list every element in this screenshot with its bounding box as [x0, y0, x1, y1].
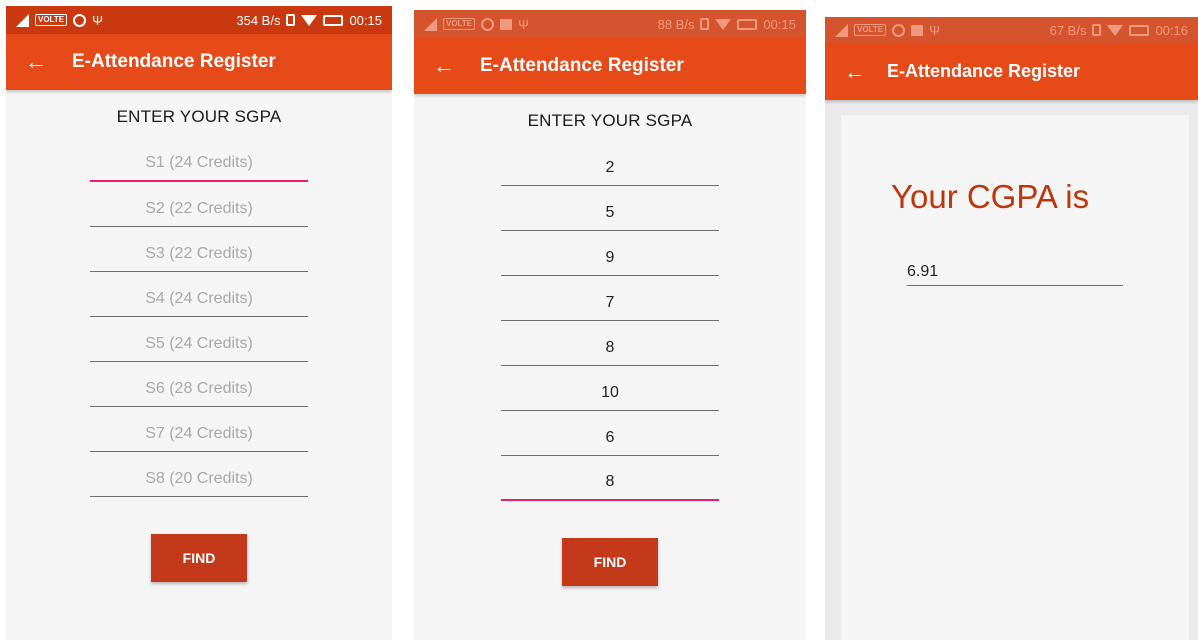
vibrate-icon — [700, 18, 710, 30]
sgpa-form: S1 (24 Credits) S2 (22 Credits) S3 (22 C… — [6, 137, 392, 582]
page-heading: ENTER YOUR SGPA — [116, 107, 282, 126]
screen-sgpa-entry-empty: VOLTE Ψ 354 B/s 00:15 ← E-Attendance Reg… — [6, 6, 392, 640]
status-bar: VOLTE Ψ 67 B/s 00:16 — [825, 17, 1198, 43]
find-button[interactable]: FIND — [151, 534, 247, 582]
battery-icon — [1129, 24, 1150, 36]
app-title: E-Attendance Register — [72, 51, 276, 72]
form-content: ENTER YOUR SGPA S1 (24 Credits) S2 (22 C… — [6, 107, 392, 582]
find-button[interactable]: FIND — [562, 538, 658, 586]
network-speed: 354 B/s — [236, 12, 281, 28]
clock: 00:16 — [1155, 22, 1188, 38]
app-bar: ← E-Attendance Register — [414, 38, 806, 94]
signal-icon — [835, 23, 848, 37]
volte-icon: VOLTE — [854, 24, 887, 36]
clock: 00:15 — [349, 12, 382, 28]
sgpa-input-s5[interactable]: S5 (24 Credits) — [90, 317, 308, 362]
clock: 00:15 — [763, 16, 796, 32]
network-speed: 67 B/s — [1049, 22, 1087, 38]
sgpa-form: 2 5 9 7 8 10 6 8 FIND — [414, 141, 806, 586]
back-arrow-icon[interactable]: ← — [825, 59, 885, 85]
gallery-icon — [500, 18, 513, 30]
sgpa-input-s5[interactable]: 8 — [501, 321, 719, 366]
whatsapp-icon — [481, 17, 495, 31]
back-arrow-icon[interactable]: ← — [6, 49, 66, 75]
screen-cgpa-result: VOLTE Ψ 67 B/s 00:16 ← E-Attendance Regi… — [825, 17, 1198, 640]
signal-icon — [16, 13, 29, 27]
usb-icon: Ψ — [518, 16, 529, 32]
sgpa-input-s3[interactable]: S3 (22 Credits) — [90, 227, 308, 272]
back-arrow-icon[interactable]: ← — [414, 53, 474, 79]
sgpa-input-s1[interactable]: S1 (24 Credits) — [90, 137, 308, 182]
sgpa-input-s6[interactable]: S6 (28 Credits) — [90, 362, 308, 407]
battery-icon — [737, 18, 758, 30]
sgpa-input-s7[interactable]: S7 (24 Credits) — [90, 407, 308, 452]
sgpa-input-s2[interactable]: 5 — [501, 186, 719, 231]
form-content: ENTER YOUR SGPA 2 5 9 7 8 10 6 8 FIND — [414, 111, 806, 586]
app-bar: ← E-Attendance Register — [6, 34, 392, 90]
network-speed: 88 B/s — [657, 16, 695, 32]
usb-icon: Ψ — [92, 12, 103, 28]
volte-icon: VOLTE — [35, 14, 68, 26]
result-card: Your CGPA is 6.91 — [841, 115, 1189, 640]
vibrate-icon — [286, 14, 296, 26]
gallery-icon — [911, 24, 924, 36]
battery-icon — [323, 14, 344, 26]
page-heading: ENTER YOUR SGPA — [527, 111, 693, 130]
wifi-icon — [1107, 24, 1124, 36]
sgpa-input-s2[interactable]: S2 (22 Credits) — [90, 182, 308, 227]
app-title: E-Attendance Register — [887, 61, 1081, 81]
app-bar: ← E-Attendance Register — [825, 43, 1198, 100]
sgpa-input-s4[interactable]: S4 (24 Credits) — [90, 272, 308, 317]
whatsapp-icon — [73, 13, 87, 27]
sgpa-input-s8[interactable]: 8 — [501, 456, 719, 501]
status-bar: VOLTE Ψ 88 B/s 00:15 — [414, 10, 806, 38]
volte-icon: VOLTE — [443, 18, 476, 30]
sgpa-input-s3[interactable]: 9 — [501, 231, 719, 276]
wifi-icon — [301, 14, 318, 26]
sgpa-input-s1[interactable]: 2 — [501, 141, 719, 186]
sgpa-input-s4[interactable]: 7 — [501, 276, 719, 321]
whatsapp-icon — [892, 23, 906, 37]
cgpa-value-field: 6.91 — [907, 263, 1123, 286]
signal-icon — [424, 17, 437, 31]
screen-sgpa-entry-filled: VOLTE Ψ 88 B/s 00:15 ← E-Attendance Regi… — [414, 10, 806, 640]
sgpa-input-s6[interactable]: 10 — [501, 366, 719, 411]
app-title: E-Attendance Register — [480, 55, 684, 76]
status-bar: VOLTE Ψ 354 B/s 00:15 — [6, 6, 392, 34]
wifi-icon — [715, 18, 732, 30]
sgpa-input-s7[interactable]: 6 — [501, 411, 719, 456]
vibrate-icon — [1092, 24, 1102, 36]
sgpa-input-s8[interactable]: S8 (20 Credits) — [90, 452, 308, 497]
usb-icon: Ψ — [929, 22, 940, 38]
result-title: Your CGPA is — [891, 178, 1090, 215]
